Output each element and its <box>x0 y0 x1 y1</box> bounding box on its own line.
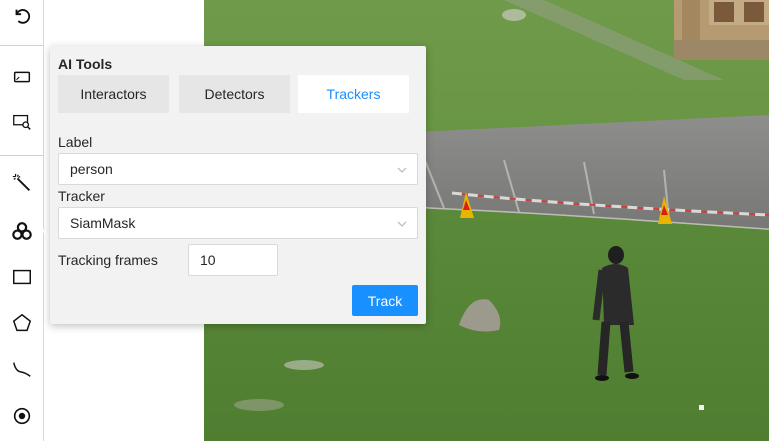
tracker-select-value: SiamMask <box>70 215 136 231</box>
draw-rectangle-button[interactable] <box>0 257 43 297</box>
tab-trackers[interactable]: Trackers <box>298 75 409 113</box>
track-button[interactable]: Track <box>352 285 418 316</box>
fit-image-button[interactable] <box>0 57 43 97</box>
fit-image-icon <box>13 71 30 83</box>
draw-polyline-button[interactable] <box>0 349 43 389</box>
zoom-region-button[interactable] <box>0 102 43 142</box>
label-field-label: Label <box>58 134 93 150</box>
tracking-frames-label: Tracking frames <box>58 252 158 268</box>
label-select[interactable]: person <box>58 153 418 185</box>
polyline-icon <box>12 362 31 377</box>
magic-wand-button[interactable] <box>0 163 43 203</box>
magic-wand-icon <box>12 173 30 191</box>
zoom-region-icon <box>12 114 31 130</box>
undo-button[interactable] <box>0 0 43 36</box>
label-select-value: person <box>70 161 113 177</box>
ai-tools-popover: AI Tools Interactors Detectors Trackers … <box>50 46 426 324</box>
ai-tools-button[interactable] <box>0 211 47 251</box>
tracker-field-label: Tracker <box>58 188 105 204</box>
rectangle-icon <box>12 269 31 285</box>
panel-title: AI Tools <box>58 56 113 72</box>
ai-tools-icon <box>11 222 32 240</box>
controls-sidebar <box>0 0 47 441</box>
tab-interactors[interactable]: Interactors <box>58 75 169 113</box>
toolbar-divider <box>0 45 43 46</box>
points-icon <box>13 407 30 425</box>
polygon-icon <box>12 313 31 332</box>
draw-points-button[interactable] <box>0 396 43 436</box>
chevron-down-icon <box>397 221 407 227</box>
tracker-select[interactable]: SiamMask <box>58 207 418 239</box>
draw-polygon-button[interactable] <box>0 303 43 343</box>
toolbar-divider <box>0 155 43 156</box>
chevron-down-icon <box>397 167 407 173</box>
tab-detectors[interactable]: Detectors <box>179 75 290 113</box>
tracking-frames-input[interactable] <box>188 244 278 276</box>
undo-icon <box>15 9 30 24</box>
